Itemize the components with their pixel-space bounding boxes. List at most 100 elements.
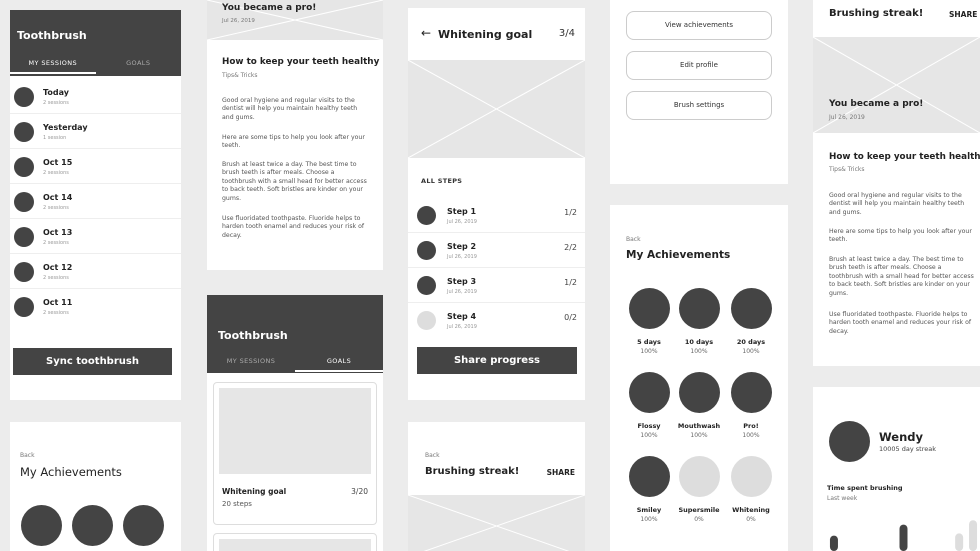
step-count: 2/2 [564, 243, 577, 252]
view-achievements-button[interactable]: View achievements [626, 11, 772, 40]
article-paragraph: Good oral hygiene and regular visits to … [829, 192, 965, 216]
step-status [417, 311, 436, 330]
step-row[interactable]: Step 4 Jul 26, 2019 0/2 [408, 303, 585, 338]
session-count: 2 sessions [43, 205, 69, 211]
session-avatar [14, 87, 34, 107]
tab-bar: MY SESSIONS GOALS [207, 357, 383, 372]
pro-date: Jul 26, 2019 [222, 18, 255, 24]
achievements-screen-small: Back My Achievements [10, 422, 181, 551]
tab-my-sessions[interactable]: MY SESSIONS [207, 357, 295, 372]
session-row[interactable]: Oct 14 2 sessions [10, 184, 181, 219]
achievement-item[interactable]: 20 days 100% [726, 288, 776, 355]
pro-title: You became a pro! [829, 99, 924, 109]
session-avatar [14, 192, 34, 212]
step-row[interactable]: Step 1 Jul 26, 2019 1/2 [408, 198, 585, 233]
achievement-percent: 100% [640, 348, 658, 355]
back-arrow-icon[interactable]: ← [421, 26, 431, 40]
article-paragraph: Brush at least twice a day. The best tim… [829, 256, 974, 297]
profile-streak: 10005 day streak [879, 445, 936, 453]
pro-date: Jul 26, 2019 [829, 114, 865, 121]
session-row[interactable]: Oct 15 2 sessions [10, 149, 181, 184]
achievement-name: Smiley [636, 506, 662, 514]
session-row[interactable]: Today 2 sessions [10, 79, 181, 114]
session-row[interactable]: Oct 12 2 sessions [10, 254, 181, 289]
session-avatar [14, 157, 34, 177]
edit-profile-button[interactable]: Edit profile [626, 51, 772, 80]
session-day: Oct 11 [43, 298, 73, 307]
back-link[interactable]: Back [425, 452, 440, 459]
brushing-bar [899, 524, 908, 551]
session-day: Yesterday [43, 123, 88, 132]
achievements-screen: Back My Achievements 5 days 100% 10 days 1… [610, 205, 788, 551]
goal-card-next[interactable] [213, 533, 377, 551]
goal-card[interactable]: Whitening goal 3/20 20 steps [213, 382, 377, 525]
back-link[interactable]: Back [626, 236, 641, 243]
achievement-percent: 0% [694, 516, 704, 523]
app-header: Toothbrush MY SESSIONS GOALS [207, 295, 383, 373]
share-progress-button[interactable]: Share progress [417, 347, 577, 374]
time-subtitle: Last week [827, 495, 858, 502]
article-paragraph: Here are some tips to help you look afte… [829, 228, 972, 244]
achievement-item[interactable]: Smiley 100% [624, 456, 674, 523]
step-row[interactable]: Step 3 Jul 26, 2019 1/2 [408, 268, 585, 303]
achievement-badge [730, 372, 772, 413]
step-name: Step 1 [447, 207, 477, 216]
step-status [417, 276, 436, 295]
profile-screen: Wendy 10005 day streak Time spent brushi… [813, 387, 980, 551]
share-button[interactable]: SHARE [547, 468, 575, 477]
achievement-percent: 100% [690, 432, 708, 439]
article-subtitle: Tips& Tricks [222, 72, 258, 79]
achievement-item[interactable]: Supersmile 0% [674, 456, 724, 523]
sync-toothbrush-button[interactable]: Sync toothbrush [13, 348, 172, 375]
session-count: 2 sessions [43, 275, 69, 281]
session-row[interactable]: Oct 11 2 sessions [10, 289, 181, 324]
achievement-percent: 100% [640, 432, 658, 439]
time-title: Time spent brushing [827, 484, 903, 492]
goals-screen: Toothbrush MY SESSIONS GOALS Whitening g… [207, 295, 383, 551]
streak-title: Brushing streak! [425, 466, 520, 477]
achievement-percent: 100% [742, 432, 760, 439]
achievement-item[interactable]: Mouthwash 100% [674, 372, 724, 439]
sessions-screen: Toothbrush MY SESSIONS GOALS Today 2 sess… [10, 10, 181, 400]
article-paragraph: Here are some tips to help you look afte… [222, 134, 365, 150]
session-row[interactable]: Oct 13 2 sessions [10, 219, 181, 254]
session-row[interactable]: Yesterday 1 session [10, 114, 181, 149]
achievement-name: 10 days [684, 338, 714, 346]
session-avatar [14, 227, 34, 247]
brush-settings-button[interactable]: Brush settings [626, 91, 772, 120]
back-link[interactable]: Back [20, 452, 35, 459]
goal-name: Whitening goal [222, 487, 287, 496]
achievement-item[interactable]: Flossy 100% [624, 372, 674, 439]
app-header: Toothbrush MY SESSIONS GOALS [10, 10, 181, 76]
step-date: Jul 26, 2019 [447, 289, 477, 295]
avatar[interactable] [829, 421, 870, 462]
achievement-name: Whitening [732, 506, 770, 514]
tab-goals[interactable]: GOALS [295, 357, 383, 372]
achievement-badge [72, 505, 113, 546]
step-row[interactable]: Step 2 Jul 26, 2019 2/2 [408, 233, 585, 268]
brushing-bar [969, 520, 978, 551]
achievement-badge [730, 456, 772, 497]
tab-goals[interactable]: GOALS [96, 59, 182, 74]
achievement-item[interactable]: Whitening 0% [726, 456, 776, 523]
achievement-item[interactable]: 5 days 100% [624, 288, 674, 355]
tab-my-sessions[interactable]: MY SESSIONS [10, 59, 96, 74]
app-title: Toothbrush [17, 29, 87, 42]
step-name: Step 4 [447, 312, 477, 321]
article-paragraph: Use fluoridated toothpaste. Fluoride hel… [829, 311, 972, 335]
achievement-item[interactable]: 10 days 100% [674, 288, 724, 355]
achievement-badge [678, 372, 720, 413]
achievement-badge [678, 288, 720, 329]
achievement-badge [628, 456, 670, 497]
session-count: 2 sessions [43, 240, 69, 246]
session-avatar [14, 297, 34, 317]
achievement-name: Mouthwash [677, 422, 721, 430]
achievement-item[interactable]: Pro! 100% [726, 372, 776, 439]
session-day: Today [43, 88, 69, 97]
step-status [417, 241, 436, 260]
brushing-bar [955, 533, 964, 551]
article-paragraph: Use fluoridated toothpaste. Fluoride hel… [222, 215, 365, 239]
brushing-streak-screen: Back Brushing streak! SHARE [408, 422, 585, 551]
share-button[interactable]: SHARE [949, 10, 977, 19]
article-title: How to keep your teeth healthy [222, 57, 380, 67]
